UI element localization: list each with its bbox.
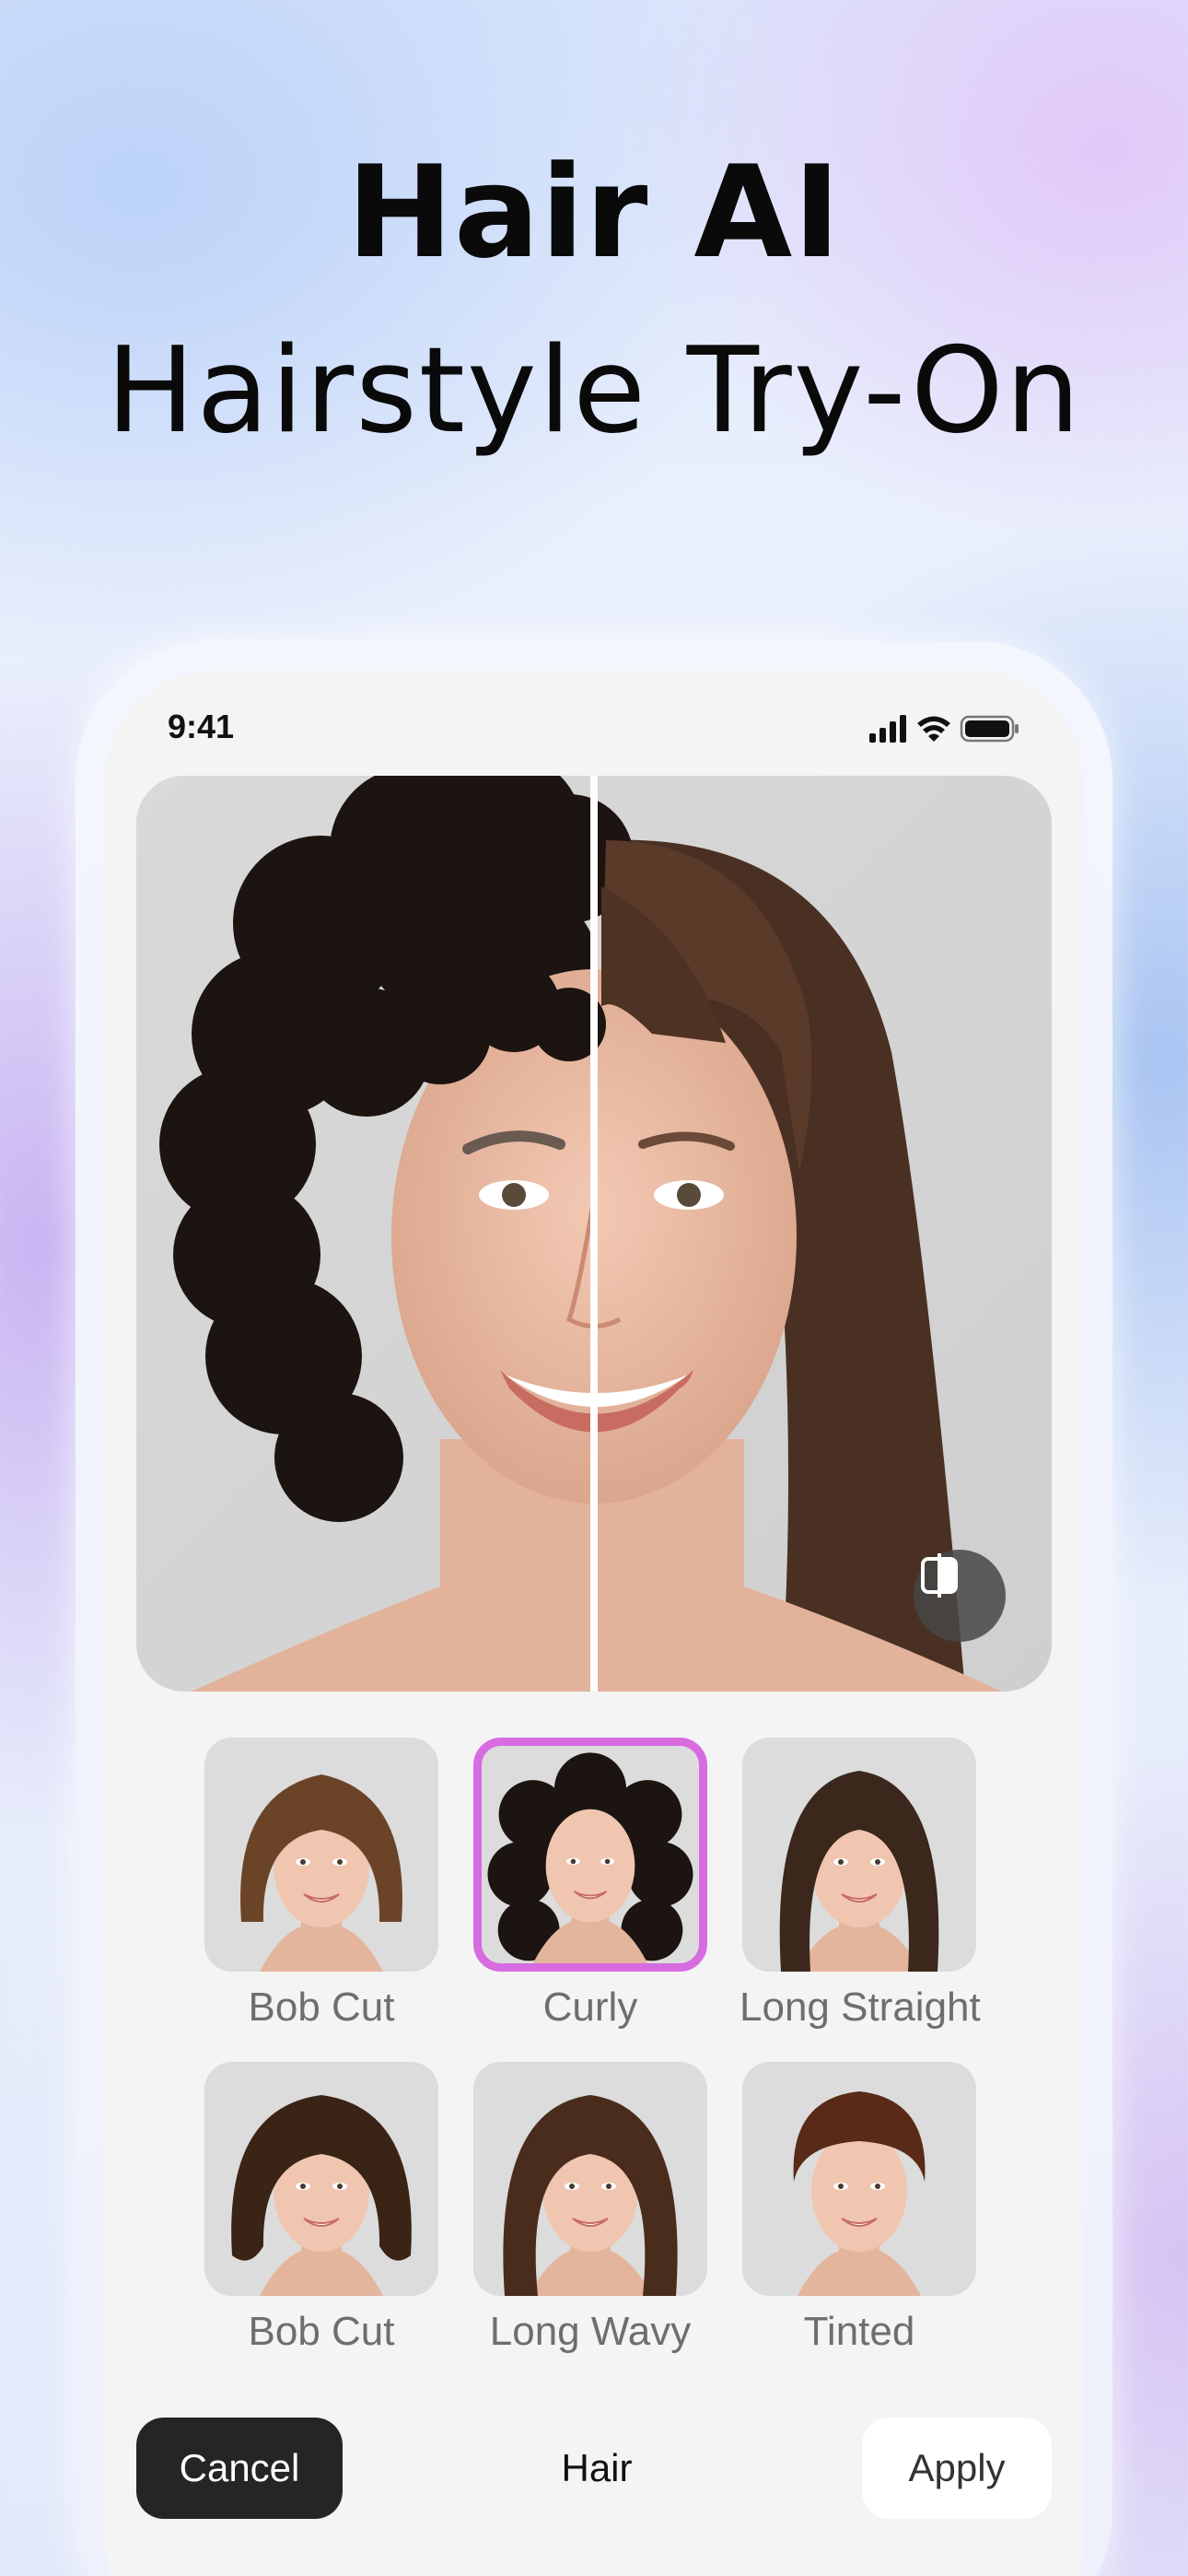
style-option[interactable]: Curly [471,1738,710,2031]
compare-button[interactable] [914,1550,1006,1642]
style-label: Bob Cut [248,2309,395,2354]
style-thumbnail[interactable] [204,2062,438,2296]
style-thumbnail[interactable] [742,1738,976,1972]
style-option[interactable]: Tinted [740,2062,979,2355]
bar-title: Hair [561,2446,633,2489]
style-option[interactable]: Long Wavy [471,2062,710,2355]
style-preview-image [204,2062,438,2296]
apply-button[interactable]: Apply [862,2418,1052,2519]
style-preview-image [204,1738,438,1972]
style-thumbnail[interactable] [473,1738,707,1972]
status-icons [869,715,1019,743]
signal-icon [869,715,906,743]
style-option[interactable]: Bob Cut [202,1738,441,2031]
headline-title: Hair AI [346,138,842,287]
style-preview-image [473,2062,707,2296]
style-label: Bob Cut [248,1985,395,2030]
compare-icon [921,1553,958,1598]
style-preview-image [742,2062,976,2296]
style-label: Long Wavy [489,2309,692,2354]
wifi-icon [917,716,950,742]
hairstyle-preview[interactable] [136,776,1052,1692]
style-preview-image [742,1738,976,1972]
status-time: 9:41 [168,708,235,745]
style-option[interactable]: Long Straight [740,1738,981,2031]
battery-icon [960,715,1019,743]
style-label: Curly [542,1985,638,2030]
style-thumbnail[interactable] [473,2062,707,2296]
headline-subtitle: Hairstyle Try-On [106,322,1082,460]
bottom-bar: Cancel Hair Apply [136,2418,1052,2519]
style-label: Long Straight [740,1985,981,2030]
style-thumbnail[interactable] [742,2062,976,2296]
style-option[interactable]: Bob Cut [202,2062,441,2355]
style-label: Tinted [803,2309,915,2354]
style-thumbnail[interactable] [204,1738,438,1972]
cancel-button[interactable]: Cancel [136,2418,343,2519]
style-preview-image [482,1746,699,1963]
